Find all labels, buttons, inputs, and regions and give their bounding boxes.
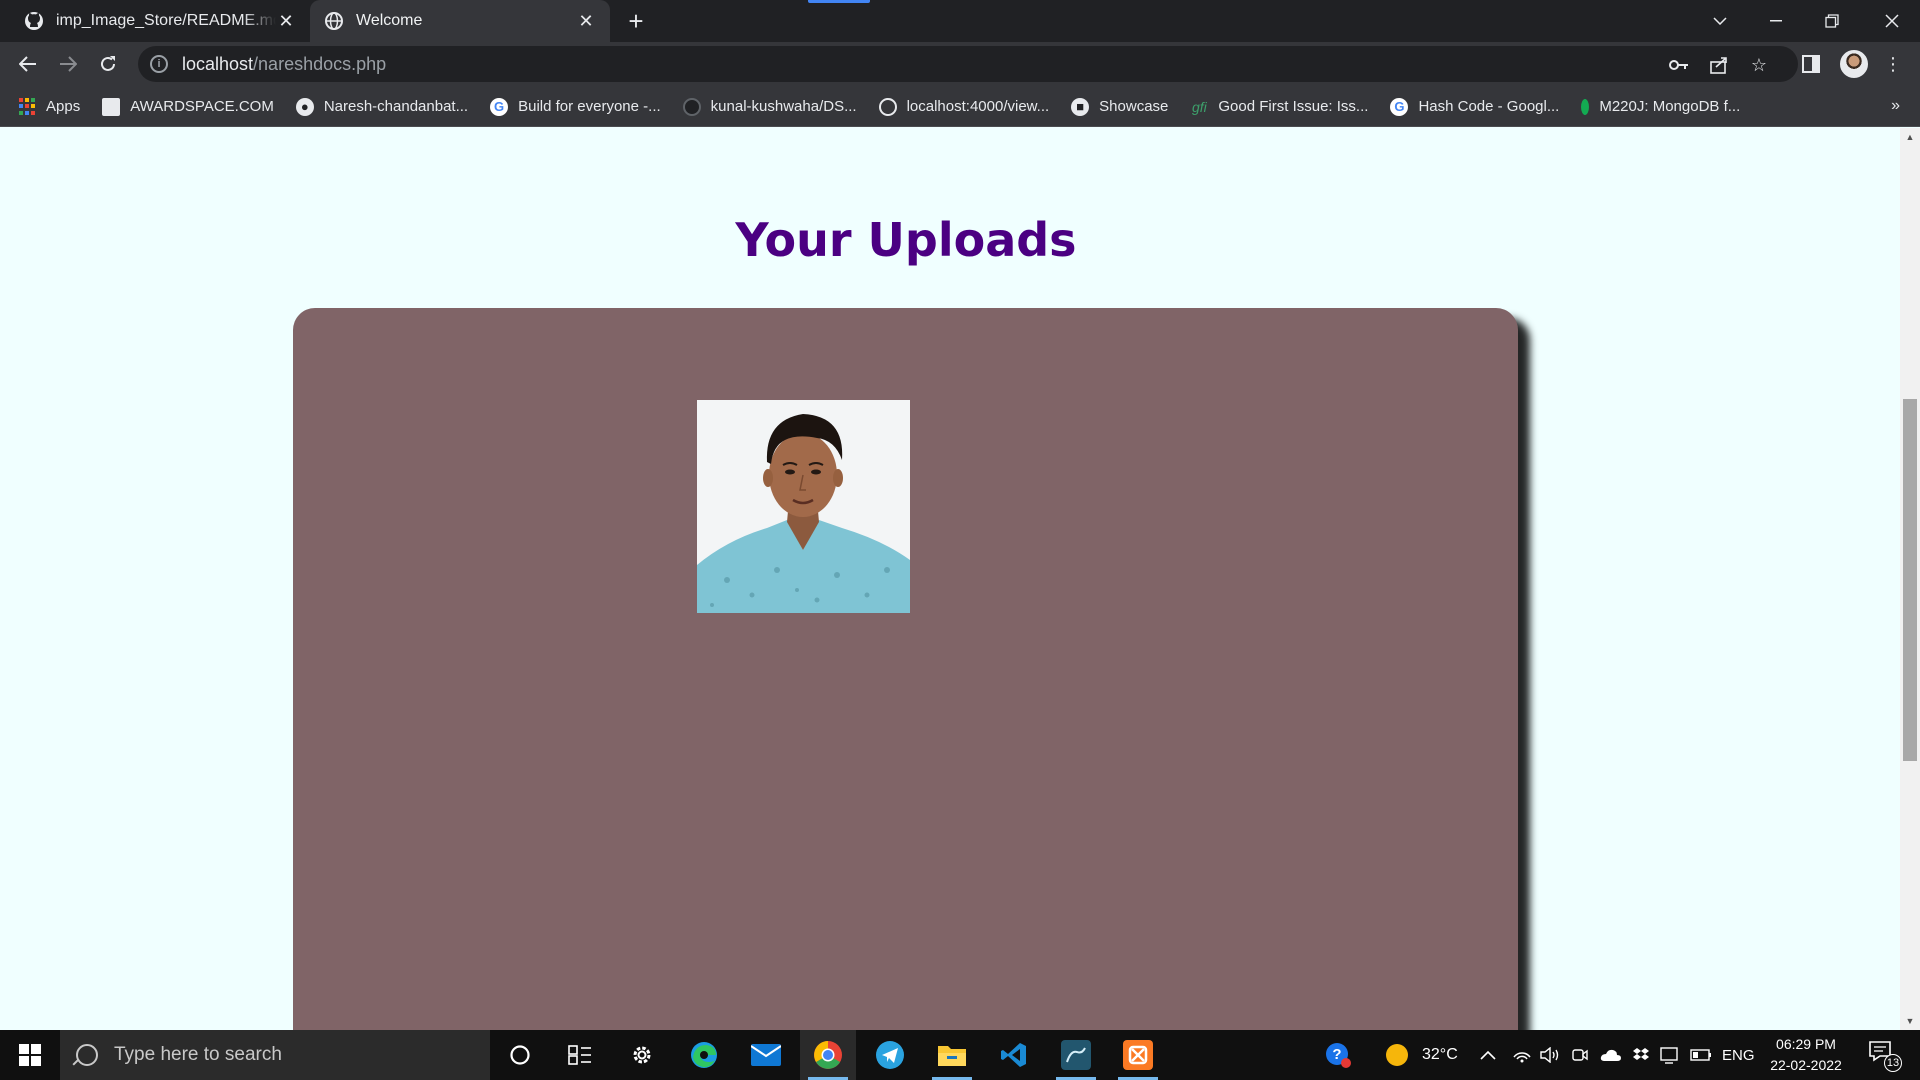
windows-taskbar: Type here to search ? 32°C ENG 06:29 PM … [0, 1030, 1920, 1080]
share-icon[interactable] [1708, 54, 1730, 76]
forward-button[interactable] [52, 48, 84, 80]
restore-button[interactable] [1804, 0, 1860, 42]
bookmarks-overflow-button[interactable]: » [1891, 97, 1900, 115]
reload-button[interactable] [92, 48, 124, 80]
tab-title: imp_Image_Store/README.md at [56, 12, 276, 29]
bookmark-kunal-kushwaha[interactable]: kunal-kushwaha/DS... [682, 97, 857, 116]
temperature: 32°C [1422, 1046, 1458, 1063]
close-window-button[interactable] [1864, 0, 1920, 42]
bookmark-localhost-4000[interactable]: localhost:4000/view... [878, 97, 1049, 116]
cortana-icon[interactable] [492, 1030, 548, 1080]
tab-title: Welcome [356, 12, 423, 29]
scroll-up-arrow-icon[interactable]: ▲ [1900, 128, 1920, 146]
github-dark-icon [682, 97, 701, 116]
taskbar-search-box[interactable]: Type here to search [60, 1030, 490, 1080]
bookmark-showcase[interactable]: ■ Showcase [1071, 97, 1168, 116]
gfi-icon: gfi [1191, 98, 1207, 115]
new-tab-button[interactable]: + [622, 6, 650, 36]
address-bar[interactable]: i localhost/nareshdocs.php ☆ [138, 46, 1798, 82]
svg-text:?: ? [1332, 1046, 1341, 1063]
taskbar-clock[interactable]: 06:29 PM 22-02-2022 [1758, 1034, 1854, 1076]
clock-date: 22-02-2022 [1770, 1057, 1842, 1073]
search-placeholder: Type here to search [114, 1044, 282, 1065]
bookmark-naresh-github[interactable]: ● Naresh-chandanbat... [295, 97, 468, 116]
bookmarks-bar: Apps AWARDSPACE.COM ● Naresh-chandanbat.… [0, 87, 1920, 127]
dropbox-icon[interactable] [1632, 1030, 1650, 1080]
notification-count-badge: 13 [1884, 1054, 1902, 1072]
back-button[interactable] [12, 48, 44, 80]
language-indicator[interactable]: ENG [1722, 1030, 1755, 1080]
weather-widget[interactable]: 32°C [1386, 1030, 1458, 1080]
browser-toolbar: i localhost/nareshdocs.php ☆ ⋮ [0, 42, 1920, 87]
edge-icon[interactable] [676, 1030, 732, 1080]
tab-search-chevron-icon[interactable] [1692, 0, 1748, 42]
wifi-icon[interactable] [1512, 1030, 1532, 1080]
minimize-button[interactable] [1748, 0, 1804, 42]
close-tab-icon[interactable]: ✕ [276, 11, 296, 31]
scroll-down-arrow-icon[interactable]: ▼ [1900, 1012, 1920, 1030]
help-icon[interactable]: ? [1320, 1030, 1356, 1080]
side-panel-icon[interactable] [1800, 53, 1822, 75]
start-button[interactable] [0, 1030, 60, 1080]
onedrive-cloud-icon[interactable] [1600, 1030, 1622, 1080]
display-icon[interactable] [1660, 1030, 1680, 1080]
telegram-icon[interactable] [862, 1030, 918, 1080]
globe-icon [324, 11, 344, 31]
site-info-icon[interactable]: i [150, 55, 168, 73]
github-icon [24, 11, 44, 31]
notification-center-icon[interactable]: 13 [1868, 1040, 1902, 1072]
page-title: Your Uploads [735, 213, 1077, 267]
browser-tab-strip: imp_Image_Store/README.md at ✕ Welcome ✕… [0, 0, 1920, 42]
bookmark-good-first-issue[interactable]: gfi Good First Issue: Iss... [1190, 98, 1368, 116]
apps-grid-icon [18, 97, 36, 116]
password-key-icon[interactable] [1668, 54, 1690, 76]
meet-now-icon[interactable] [1572, 1030, 1588, 1080]
settings-icon[interactable] [614, 1030, 670, 1080]
tab-strip-marker [808, 0, 870, 3]
battery-icon[interactable] [1690, 1030, 1712, 1080]
close-tab-icon[interactable]: ✕ [576, 11, 596, 31]
google-icon: G [1390, 97, 1409, 116]
page-content: Your Uploads [0, 128, 1900, 1030]
sun-icon [1386, 1044, 1408, 1066]
github-icon: ● [295, 97, 314, 116]
mongodb-leaf-icon [1581, 98, 1590, 115]
globe-icon [878, 97, 897, 116]
scrollbar-thumb[interactable] [1903, 399, 1917, 761]
show-hidden-icons-chevron-icon[interactable] [1480, 1030, 1496, 1080]
awardspace-icon [102, 97, 121, 116]
bookmark-star-icon[interactable]: ☆ [1748, 54, 1770, 76]
tab-github-readme[interactable]: imp_Image_Store/README.md at ✕ [10, 0, 310, 42]
showcase-icon: ■ [1071, 97, 1090, 116]
bookmark-awardspace[interactable]: AWARDSPACE.COM [102, 97, 274, 116]
uploads-panel [293, 308, 1518, 1030]
search-icon [76, 1044, 98, 1066]
chrome-icon[interactable] [800, 1030, 856, 1080]
volume-icon[interactable] [1540, 1030, 1560, 1080]
tab-welcome[interactable]: Welcome ✕ [310, 0, 610, 42]
page-scrollbar[interactable]: ▲ ▼ [1900, 128, 1920, 1030]
uploaded-image[interactable] [697, 400, 910, 613]
vscode-icon[interactable] [986, 1030, 1042, 1080]
chrome-menu-icon[interactable]: ⋮ [1882, 53, 1904, 75]
url-text: localhost/nareshdocs.php [182, 53, 387, 74]
profile-avatar[interactable] [1840, 50, 1868, 78]
bookmark-hash-code[interactable]: G Hash Code - Googl... [1390, 97, 1559, 116]
task-view-icon[interactable] [552, 1030, 608, 1080]
google-icon: G [490, 97, 509, 116]
bookmark-build-for-everyone[interactable]: G Build for everyone -... [490, 97, 661, 116]
clock-time: 06:29 PM [1776, 1036, 1836, 1052]
mail-icon[interactable] [738, 1030, 794, 1080]
file-explorer-icon[interactable] [924, 1030, 980, 1080]
xampp-icon[interactable] [1110, 1030, 1166, 1080]
bookmark-m220j-mongodb[interactable]: M220J: MongoDB f... [1581, 98, 1740, 115]
bookmark-apps[interactable]: Apps [18, 97, 80, 116]
mysql-workbench-icon[interactable] [1048, 1030, 1104, 1080]
windows-logo-icon [19, 1044, 41, 1066]
